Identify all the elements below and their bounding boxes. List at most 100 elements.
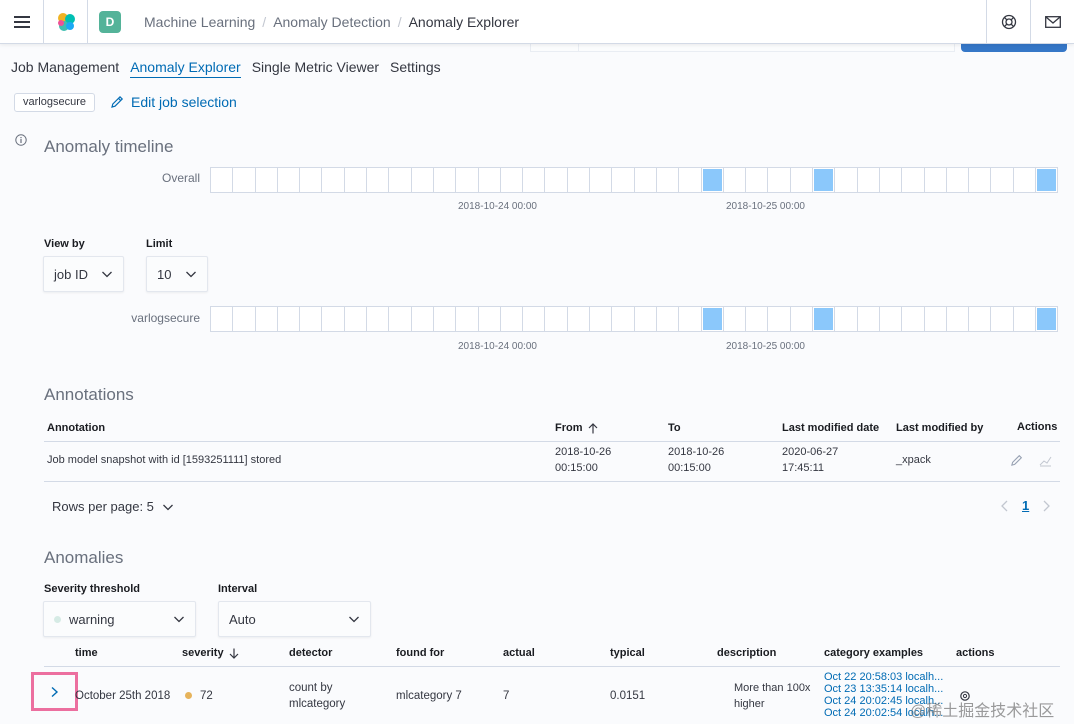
swimlane-cell[interactable] — [344, 167, 368, 193]
swimlane-cell[interactable] — [768, 306, 791, 332]
limit-select[interactable]: 10 — [146, 256, 208, 292]
view-by-select[interactable]: job ID — [43, 256, 124, 292]
swimlane-cell[interactable] — [656, 167, 680, 193]
elastic-logo[interactable] — [44, 0, 88, 44]
swimlane-cell[interactable] — [322, 167, 345, 193]
info-icon[interactable] — [15, 133, 27, 151]
swimlane-cell[interactable] — [634, 306, 657, 332]
column-from[interactable]: From — [555, 422, 598, 434]
swimlane-cell[interactable] — [857, 167, 880, 193]
swimlane-cell[interactable] — [389, 306, 412, 332]
column-severity[interactable]: severity — [182, 647, 239, 659]
swimlane-cell[interactable] — [523, 306, 546, 332]
swimlane-cell[interactable] — [835, 167, 858, 193]
swimlane-cell[interactable] — [523, 167, 546, 193]
swimlane-cell[interactable] — [411, 306, 434, 332]
swimlane-cell[interactable] — [902, 167, 925, 193]
swimlane-cell[interactable] — [367, 167, 390, 193]
swimlane-cell[interactable] — [723, 306, 747, 332]
swimlane-cell[interactable] — [277, 306, 301, 332]
edit-annotation-button[interactable] — [1010, 454, 1023, 472]
interval-select[interactable]: Auto — [218, 601, 371, 637]
page-number[interactable]: 1 — [1022, 498, 1029, 513]
tab-settings[interactable]: Settings — [390, 59, 441, 78]
breadcrumb-machine-learning[interactable]: Machine Learning — [144, 14, 255, 30]
swimlane-cell-anomaly[interactable] — [701, 306, 724, 332]
column-typical[interactable]: typical — [610, 647, 645, 659]
swimlane-cell[interactable] — [969, 306, 992, 332]
swimlane-cell[interactable] — [567, 306, 591, 332]
swimlane-cell[interactable] — [322, 306, 345, 332]
swimlane-cell[interactable] — [500, 167, 524, 193]
swimlane-cell[interactable] — [946, 167, 970, 193]
swimlane-cell[interactable] — [545, 306, 568, 332]
swimlane-cell[interactable] — [991, 167, 1014, 193]
swimlane-cell[interactable] — [478, 167, 501, 193]
swimlane-cell[interactable] — [545, 167, 568, 193]
swimlane-cell[interactable] — [367, 306, 390, 332]
swimlane-cell[interactable] — [768, 167, 791, 193]
swimlane-cell[interactable] — [723, 167, 747, 193]
swimlane-cell[interactable] — [991, 306, 1014, 332]
chevron-right-icon[interactable] — [1041, 500, 1051, 512]
swimlane-cell[interactable] — [411, 167, 434, 193]
expand-row-button[interactable] — [31, 672, 78, 711]
swimlane-cell[interactable] — [500, 306, 524, 332]
swimlane-cell[interactable] — [857, 306, 880, 332]
swimlane-cell[interactable] — [746, 167, 769, 193]
swimlane-cell[interactable] — [902, 306, 925, 332]
chevron-left-icon[interactable] — [1000, 500, 1010, 512]
swimlane-cell[interactable] — [433, 306, 457, 332]
anomaly-found-for[interactable]: mlcategory 7 — [396, 688, 462, 704]
swimlane-cell[interactable] — [612, 306, 635, 332]
swimlane-cell[interactable] — [790, 306, 814, 332]
column-detector[interactable]: detector — [289, 647, 332, 659]
column-last-modified-date[interactable]: Last modified date — [782, 422, 879, 434]
swimlane-cell[interactable] — [590, 167, 613, 193]
column-description[interactable]: description — [717, 647, 776, 659]
swimlane-cell[interactable] — [211, 167, 234, 193]
swimlane-cell[interactable] — [679, 306, 702, 332]
tab-anomaly-explorer[interactable]: Anomaly Explorer — [130, 59, 241, 78]
swimlane-cell[interactable] — [634, 167, 657, 193]
edit-job-selection-link[interactable]: Edit job selection — [110, 94, 237, 110]
swimlane-cell[interactable] — [879, 306, 903, 332]
swimlane-cell[interactable] — [746, 306, 769, 332]
overall-swimlane[interactable] — [210, 167, 1059, 193]
column-last-modified-by[interactable]: Last modified by — [896, 422, 983, 434]
job-lane-label[interactable]: varlogsecure — [0, 311, 200, 325]
swimlane-cell[interactable] — [255, 167, 278, 193]
swimlane-cell[interactable] — [277, 167, 301, 193]
swimlane-cell[interactable] — [924, 306, 947, 332]
swimlane-cell-anomaly[interactable] — [813, 306, 836, 332]
swimlane-cell[interactable] — [1013, 306, 1036, 332]
swimlane-cell[interactable] — [344, 306, 368, 332]
swimlane-cell[interactable] — [300, 306, 323, 332]
swimlane-cell[interactable] — [879, 167, 903, 193]
swimlane-cell[interactable] — [679, 167, 702, 193]
space-selector[interactable]: D — [88, 0, 132, 44]
swimlane-cell[interactable] — [969, 167, 992, 193]
tab-single-metric-viewer[interactable]: Single Metric Viewer — [252, 59, 379, 78]
column-found-for[interactable]: found for — [396, 647, 444, 659]
swimlane-cell[interactable] — [567, 167, 591, 193]
swimlane-cell[interactable] — [612, 167, 635, 193]
swimlane-cell[interactable] — [211, 306, 234, 332]
swimlane-cell-anomaly[interactable] — [1035, 306, 1059, 332]
swimlane-cell[interactable] — [233, 306, 256, 332]
swimlane-cell[interactable] — [924, 167, 947, 193]
swimlane-cell[interactable] — [456, 306, 479, 332]
menu-button[interactable] — [0, 0, 44, 44]
swimlane-cell[interactable] — [590, 306, 613, 332]
column-actual[interactable]: actual — [503, 647, 535, 659]
swimlane-cell[interactable] — [456, 167, 479, 193]
swimlane-cell[interactable] — [790, 167, 814, 193]
swimlane-cell[interactable] — [1013, 167, 1036, 193]
swimlane-cell-anomaly[interactable] — [701, 167, 724, 193]
swimlane-cell-anomaly[interactable] — [813, 167, 836, 193]
swimlane-cell[interactable] — [946, 306, 970, 332]
help-button[interactable] — [986, 0, 1030, 44]
swimlane-cell[interactable] — [478, 306, 501, 332]
swimlane-cell-anomaly[interactable] — [1035, 167, 1059, 193]
rows-per-page-button[interactable]: Rows per page: 5 — [52, 499, 174, 514]
